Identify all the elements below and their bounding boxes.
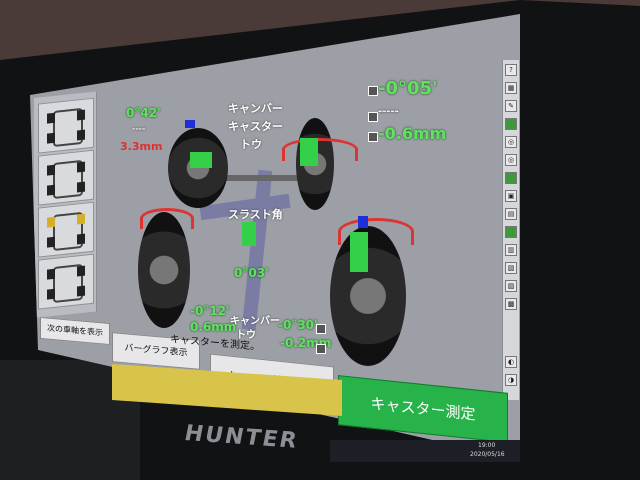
front-left-camber-value: 0°42' (126, 106, 161, 120)
toe-label: トウ (240, 138, 262, 151)
toolbar-button-5[interactable]: ◎ (505, 136, 517, 148)
toolbar-button-13[interactable]: ▨ (505, 280, 517, 292)
toolbar-button-11[interactable]: ▥ (505, 244, 517, 256)
vehicle-view-panel (34, 91, 97, 318)
rear-camber-label: キャンバー (230, 316, 280, 327)
toolbar-button-15[interactable]: ◐ (505, 356, 517, 368)
toolbar-button-1[interactable]: ? (505, 64, 517, 76)
toolbar-button-2[interactable]: ▦ (505, 82, 517, 94)
view-thumbnail-2[interactable] (38, 149, 94, 206)
toolbar-button-6[interactable]: ◎ (505, 154, 517, 166)
toolbar-button-14[interactable]: ▩ (505, 298, 517, 310)
rear-toe-status-icon (316, 344, 326, 354)
toolbar-button-16[interactable]: ◑ (505, 374, 517, 386)
rear-camber-status-icon (316, 324, 326, 334)
caster-label: キャスター (228, 120, 283, 133)
view-thumbnail-4[interactable] (38, 253, 94, 310)
toolbar-button-10[interactable] (505, 226, 517, 238)
thrust-angle-value: 0°03' (234, 266, 269, 280)
front-left-tire (168, 128, 228, 208)
camber-status-icon (368, 86, 378, 96)
rear-right-camber-value: -0°30' (278, 318, 318, 332)
caster-status-icon (368, 112, 378, 122)
taskbar-time: 19:00 (478, 442, 496, 449)
right-toolbar: ? ▦ ✎ ◎ ◎ ▣ ▤ ▥ ▧ ▨ ▩ ◐ ◑ (502, 60, 519, 400)
rear-right-tire (330, 226, 406, 366)
toolbar-button-4[interactable] (505, 118, 517, 130)
front-right-camber-value: -0°05' (378, 78, 438, 99)
thrust-angle-label: スラスト角 (228, 208, 283, 221)
front-right-caster-value: ----- (378, 106, 399, 117)
rear-left-camber-value: -0°12' (190, 304, 230, 318)
taskbar: 19:00 2020/05/16 (330, 440, 520, 462)
front-left-caster-value: ---- (132, 124, 146, 133)
front-right-toe-value: -0.6mm (378, 124, 447, 143)
view-thumbnail-1[interactable] (38, 97, 94, 154)
toolbar-button-12[interactable]: ▧ (505, 262, 517, 274)
view-thumbnail-3[interactable] (38, 201, 94, 258)
toolbar-button-3[interactable]: ✎ (505, 100, 517, 112)
toolbar-button-8[interactable]: ▣ (505, 190, 517, 202)
rear-left-tire (138, 212, 190, 328)
toolbar-button-9[interactable]: ▤ (505, 208, 517, 220)
toolbar-button-7[interactable] (505, 172, 517, 184)
taskbar-date: 2020/05/16 (470, 451, 505, 458)
toe-status-icon (368, 132, 378, 142)
camber-label: キャンバー (228, 102, 283, 115)
front-left-toe-value: 3.3mm (120, 140, 163, 153)
